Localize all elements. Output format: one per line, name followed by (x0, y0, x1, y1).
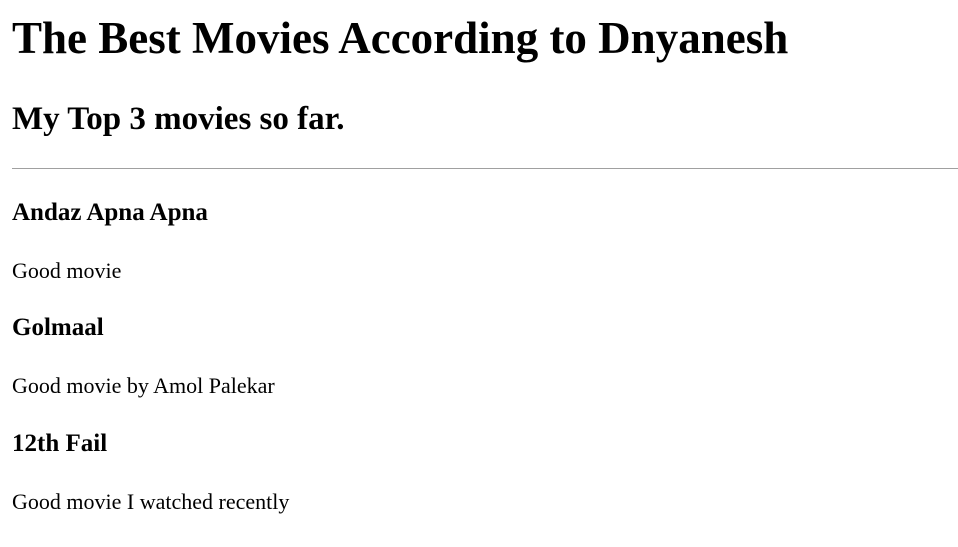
movie-title-1: Andaz Apna Apna (12, 199, 208, 226)
movie-description-1: Good movie (12, 258, 122, 283)
page-title: The Best Movies According to Dnyanesh (12, 13, 789, 63)
movie-description-3: Good movie I watched recently (12, 489, 290, 514)
page-subtitle: My Top 3 movies so far. (12, 101, 345, 137)
page-body: The Best Movies According to Dnyanesh My… (0, 0, 958, 514)
divider (12, 168, 958, 169)
movie-description-2: Good movie by Amol Palekar (12, 373, 275, 398)
movie-title-3: 12th Fail (12, 430, 108, 457)
movie-title-2: Golmaal (12, 314, 104, 341)
